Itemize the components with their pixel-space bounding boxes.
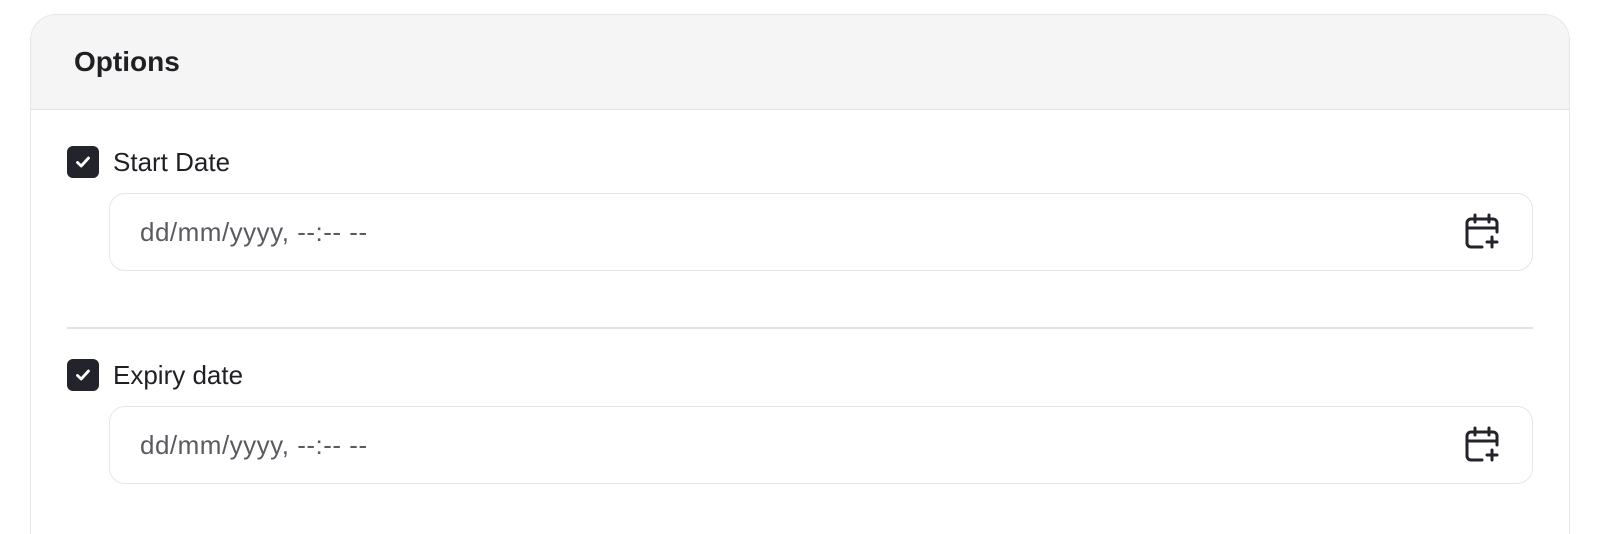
calendar-plus-icon[interactable] xyxy=(1462,212,1502,252)
expiry-date-checkbox[interactable] xyxy=(67,359,99,391)
expiry-date-label: Expiry date xyxy=(113,359,244,390)
expiry-date-input[interactable]: dd/mm/yyyy, --:-- -- xyxy=(109,406,1533,484)
checkmark-icon xyxy=(76,369,90,381)
start-date-checkbox[interactable] xyxy=(67,146,99,178)
option-start-date: Start Date dd/mm/yyyy, --:-- -- xyxy=(67,145,1533,271)
calendar-plus-icon[interactable] xyxy=(1462,425,1502,465)
option-expiry-date: Expiry date dd/mm/yyyy, --:-- -- xyxy=(67,358,1533,484)
card-title: Options xyxy=(74,46,180,77)
checkmark-icon xyxy=(76,156,90,168)
start-date-input[interactable]: dd/mm/yyyy, --:-- -- xyxy=(109,193,1533,271)
options-card: Options Start Date dd/mm/yyyy, --:-- -- xyxy=(30,14,1570,534)
option-label-row: Expiry date xyxy=(67,358,1533,392)
section-divider xyxy=(67,327,1533,329)
expiry-date-placeholder: dd/mm/yyyy, --:-- -- xyxy=(140,429,368,460)
card-header: Options xyxy=(31,15,1569,110)
start-date-placeholder: dd/mm/yyyy, --:-- -- xyxy=(140,216,368,247)
start-date-label: Start Date xyxy=(113,146,231,177)
option-label-row: Start Date xyxy=(67,145,1533,179)
